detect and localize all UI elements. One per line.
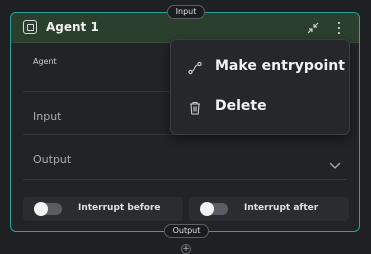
chevron-down-icon[interactable]	[329, 162, 341, 170]
output-field[interactable]: Output	[33, 153, 71, 166]
context-menu: Make entrypoint Delete	[170, 39, 350, 135]
interrupt-after-toggle[interactable]: Interrupt after	[189, 197, 349, 221]
input-handle[interactable]: Input	[167, 5, 205, 19]
menu-item-delete[interactable]: Delete	[171, 88, 349, 128]
toggle-switch[interactable]	[34, 202, 62, 216]
node-title: Agent 1	[46, 20, 99, 34]
more-vertical-icon[interactable]	[336, 21, 342, 35]
divider	[23, 179, 347, 180]
toggle-knob	[34, 202, 48, 216]
agent-field-label: Agent	[33, 57, 57, 66]
menu-item-label: Make entrypoint	[215, 58, 345, 74]
route-icon	[188, 61, 202, 75]
interrupt-before-toggle[interactable]: Interrupt before	[23, 197, 183, 221]
menu-item-label: Delete	[215, 98, 267, 114]
menu-item-make-entrypoint[interactable]: Make entrypoint	[171, 48, 349, 88]
toggle-label: Interrupt before	[78, 203, 161, 213]
input-field[interactable]: Input	[33, 110, 61, 123]
trash-icon	[190, 101, 200, 115]
toggle-switch[interactable]	[200, 202, 228, 216]
collapse-icon[interactable]	[307, 22, 319, 34]
toggle-knob	[200, 202, 214, 216]
output-handle[interactable]: Output	[164, 224, 209, 238]
agent-icon	[23, 20, 37, 34]
toggle-label: Interrupt after	[244, 203, 319, 213]
